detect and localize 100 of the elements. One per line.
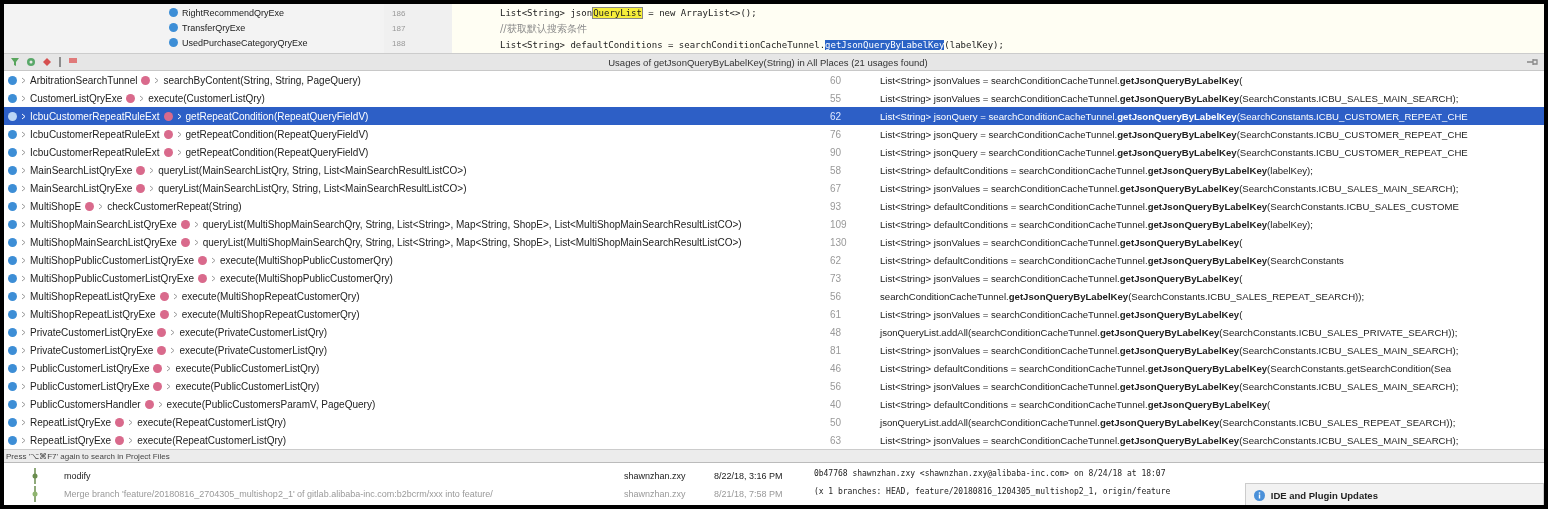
usage-row[interactable]: RepeatListQryExe execute(RepeatCustomerListQry) 63 List<String> jsonValues = searchConditionCacheTunnel.getJsonQueryByLabelKey(SearchConstants.ICBU_SALES_MAIN_SEARCH); [4, 431, 1544, 449]
class-name: PrivateCustomerListQryExe [30, 344, 154, 356]
commit-author: shawnzhan.zxy [624, 489, 687, 499]
code-snippet: List<String> jsonValues = searchConditionCacheTunnel.getJsonQueryByLabelKey(SearchConstants.ICBU_SALES_MAIN_SEARCH); [879, 92, 1460, 104]
method-signature: execute(PublicCustomerListQry) [175, 362, 320, 374]
usage-row[interactable]: PrivateCustomerListQryExe execute(PrivateCustomerListQry) 48 jsonQueryList.addAll(searchConditionCacheTunnel.getJsonQueryByLabelKey(SearchConstants.ICBU_SALES_PRIVATE_SEARCH)); [4, 323, 1544, 341]
class-name: MultiShopRepeatListQryExe [30, 290, 156, 302]
method-signature: searchByContent(String, String, PageQuery) [163, 74, 361, 86]
code-snippet: List<String> jsonQuery = searchConditionCacheTunnel.getJsonQueryByLabelKey(SearchConstants.ICBU_CUSTOMER_REPEAT_CHE [879, 128, 1469, 140]
chevron-icon [21, 310, 26, 318]
chevron-icon [172, 292, 178, 300]
chevron-icon [128, 436, 134, 444]
line-number: 60 [830, 74, 843, 86]
diamond-icon[interactable] [42, 57, 52, 67]
line-number: 61 [830, 308, 843, 320]
class-name: MultiShopMainSearchListQryExe [30, 236, 177, 248]
usage-row[interactable]: ArbitrationSearchTunnel searchByContent(String, String, PageQuery) 60 List<String> jsonValues = searchConditionCacheTunnel.getJsonQueryByLabelKey( [4, 71, 1544, 89]
class-name: MultiShopPublicCustomerListQryExe [30, 272, 194, 284]
usage-row[interactable]: PrivateCustomerListQryExe execute(PrivateCustomerListQry) 81 List<String> jsonValues = searchConditionCacheTunnel.getJsonQueryByLabelKey(SearchConstants.ICBU_SALES_MAIN_SEARCH); [4, 341, 1544, 359]
class-name: PrivateCustomerListQryExe [30, 326, 154, 338]
method-signature: execute(MultiShopRepeatCustomerQry) [181, 290, 360, 302]
tree-item[interactable]: TransferQryExe [182, 22, 246, 33]
class-name: IcbuCustomerRepeatRuleExt [30, 110, 160, 122]
code-snippet: List<String> jsonQuery = searchConditionCacheTunnel.getJsonQueryByLabelKey(SearchConstants.ICBU_CUSTOMER_REPEAT_CHE [879, 146, 1469, 158]
commit-row[interactable]: modify shawnzhan.zxy 8/22/18, 3:16 PM [4, 467, 802, 485]
usage-row[interactable]: MultiShopPublicCustomerListQryExe execute(MultiShopPublicCustomerQry) 62 List<String> defaultConditions = searchConditionCacheTunnel.getJsonQueryByLabelKey(SearchConstants [4, 251, 1544, 269]
line-number: 90 [830, 146, 843, 158]
line-number: 62 [830, 254, 843, 266]
usage-row[interactable]: PublicCustomerListQryExe execute(PublicCustomerListQry) 46 List<String> defaultConditions = searchConditionCacheTunnel.getJsonQueryByLabelKey(SearchConstants.getSearchCondition(Sea [4, 359, 1544, 377]
method-signature: execute(RepeatCustomerListQry) [137, 434, 287, 446]
chevron-icon [149, 184, 155, 192]
chevron-icon [21, 364, 26, 372]
chevron-icon [172, 310, 178, 318]
class-name: ArbitrationSearchTunnel [30, 74, 138, 86]
chevron-icon [170, 328, 176, 336]
usage-row[interactable]: MultiShopRepeatListQryExe execute(MultiShopRepeatCustomerQry) 61 List<String> jsonValues = searchConditionCacheTunnel.getJsonQueryByLabelKey( [4, 305, 1544, 323]
chevron-icon [21, 274, 26, 282]
usage-row[interactable]: IcbuCustomerRepeatRuleExt getRepeatCondition(RepeatQueryFieldV) 90 List<String> jsonQuery = searchConditionCacheTunnel.getJsonQueryByLabelKey(SearchConstants.ICBU_CUSTOMER_REPEAT_CHE [4, 143, 1544, 161]
method-signature: execute(PrivateCustomerListQry) [179, 326, 328, 338]
chevron-icon [176, 130, 182, 138]
chevron-icon [193, 220, 199, 228]
chevron-icon [166, 382, 172, 390]
usage-row[interactable]: MultiShopPublicCustomerListQryExe execute(MultiShopPublicCustomerQry) 73 List<String> jsonValues = searchConditionCacheTunnel.getJsonQueryByLabelKey( [4, 269, 1544, 287]
chevron-icon [21, 400, 26, 408]
code-snippet: List<String> defaultConditions = searchConditionCacheTunnel.getJsonQueryByLabelKey(SearchConstants.getSearchCondition(Sea [879, 362, 1453, 374]
chevron-icon [21, 382, 26, 390]
code-snippet: List<String> jsonValues = searchConditionCacheTunnel.getJsonQueryByLabelKey(SearchConstants.ICBU_SALES_MAIN_SEARCH); [879, 380, 1460, 392]
code-snippet: List<String> jsonValues = searchConditionCacheTunnel.getJsonQueryByLabelKey( [879, 272, 1244, 284]
usage-row[interactable]: IcbuCustomerRepeatRuleExt getRepeatCondition(RepeatQueryFieldV) 62 List<String> jsonQuery = searchConditionCacheTunnel.getJsonQueryByLabelKey(SearchConstants.ICBU_CUSTOMER_REPEAT_CHE [4, 107, 1544, 125]
class-name: MainSearchListQryExe [30, 164, 133, 176]
class-name: MultiShopPublicCustomerListQryExe [30, 254, 194, 266]
code-snippet: List<String> jsonValues = searchConditionCacheTunnel.getJsonQueryByLabelKey( [879, 308, 1244, 320]
class-name: MainSearchListQryExe [30, 182, 133, 194]
usage-row[interactable]: MultiShopE checkCustomerRepeat(String) 93 List<String> defaultConditions = searchConditionCacheTunnel.getJsonQueryByLabelKey(SearchConstants.ICBU_SALES_CUSTOME [4, 197, 1544, 215]
commit-detail: (x 1 branches: HEAD, feature/20180816_1204305_multishop2_1, origin/feature [813, 487, 1172, 496]
usage-row[interactable]: MultiShopRepeatListQryExe execute(MultiShopRepeatCustomerQry) 56 searchConditionCacheTunnel.getJsonQueryByLabelKey(SearchConstants.ICBU_SALES_REPEAT_SEARCH)); [4, 287, 1544, 305]
chevron-icon [193, 238, 199, 246]
bar-icon[interactable] [58, 57, 62, 67]
code-snippet: List<String> defaultConditions = searchConditionCacheTunnel.getJsonQueryByLabelKey(labelKey); [879, 164, 1314, 176]
code-snippet: List<String> jsonQuery = searchConditionCacheTunnel.getJsonQueryByLabelKey(SearchConstants.ICBU_CUSTOMER_REPEAT_CHE [879, 110, 1469, 122]
commit-date: 8/22/18, 3:16 PM [714, 471, 783, 481]
method-signature: execute(CustomerListQry) [148, 92, 265, 104]
line-number: 56 [830, 380, 843, 392]
code-snippet: List<String> jsonValues = searchConditionCacheTunnel.getJsonQueryByLabelKey(SearchConstants.ICBU_SALES_MAIN_SEARCH); [879, 434, 1460, 446]
line-number: 81 [830, 344, 843, 356]
code-snippet: searchConditionCacheTunnel.getJsonQueryByLabelKey(SearchConstants.ICBU_SALES_REPEAT_SEARCH)); [879, 290, 1366, 302]
chevron-icon [21, 202, 26, 210]
line-number: 67 [830, 182, 843, 194]
code-snippet: List<String> jsonValues = searchConditionCacheTunnel.getJsonQueryByLabelKey(SearchConstants.ICBU_SALES_MAIN_SEARCH); [879, 344, 1460, 356]
usage-row[interactable]: PublicCustomerListQryExe execute(PublicCustomerListQry) 56 List<String> jsonValues = searchConditionCacheTunnel.getJsonQueryByLabelKey(SearchConstants.ICBU_SALES_MAIN_SEARCH); [4, 377, 1544, 395]
line-number: 73 [830, 272, 843, 284]
method-signature: getRepeatCondition(RepeatQueryFieldV) [185, 146, 369, 158]
line-number: 58 [830, 164, 843, 176]
usage-row[interactable]: PublicCustomersHandler execute(PublicCustomersParamV, PageQuery) 40 List<String> defaultConditions = searchConditionCacheTunnel.getJsonQueryByLabelKey( [4, 395, 1544, 413]
class-name: RepeatListQryExe [30, 434, 112, 446]
usage-row[interactable]: IcbuCustomerRepeatRuleExt getRepeatCondition(RepeatQueryFieldV) 76 List<String> jsonQuery = searchConditionCacheTunnel.getJsonQueryByLabelKey(SearchConstants.ICBU_CUSTOMER_REPEAT_CHE [4, 125, 1544, 143]
notification-balloon[interactable]: IDE and Plugin Updates [1244, 483, 1544, 505]
method-signature: getRepeatCondition(RepeatQueryFieldV) [185, 110, 369, 122]
tree-item[interactable]: UsedPurchaseCategoryQryExe [182, 37, 308, 48]
chevron-icon [21, 220, 26, 228]
line-number: 93 [830, 200, 843, 212]
method-signature: execute(PrivateCustomerListQry) [179, 344, 328, 356]
method-signature: checkCustomerRepeat(String) [107, 200, 242, 212]
line-number: 46 [830, 362, 843, 374]
usage-row[interactable]: RepeatListQryExe execute(RepeatCustomerListQry) 50 jsonQueryList.addAll(searchConditionCacheTunnel.getJsonQueryByLabelKey(SearchConstants.ICBU_SALES_REPEAT_SEARCH)); [4, 413, 1544, 431]
commit-message[interactable]: modify [64, 471, 604, 481]
chevron-icon [21, 94, 26, 102]
usage-row[interactable]: MainSearchListQryExe queryList(MainSearchListQry, String, List<MainSearchResultListCO>) 58 List<String> defaultConditions = searchConditionCacheTunnel.getJsonQueryByLabelKey(labelKey); [4, 161, 1544, 179]
method-icon [85, 201, 95, 211]
code-snippet: List<String> defaultConditions = searchConditionCacheTunnel.getJsonQueryByLabelKey(SearchConstants [879, 254, 1345, 266]
code-snippet: List<String> jsonValues = searchConditionCacheTunnel.getJsonQueryByLabelKey(SearchConstants.ICBU_SALES_MAIN_SEARCH); [879, 182, 1460, 194]
pin-icon[interactable] [1526, 57, 1538, 67]
code-line: List<String> jsonQueryList = new ArrayList<>(); [500, 6, 758, 21]
tree-item[interactable]: RightRecommendQryExe [182, 7, 285, 18]
method-signature: queryList(MainSearchListQry, String, List<MainSearchResultListCO>) [158, 164, 467, 176]
usage-row[interactable]: CustomerListQryExe execute(CustomerListQry) 55 List<String> jsonValues = searchConditionCacheTunnel.getJsonQueryByLabelKey(SearchConstants.ICBU_SALES_MAIN_SEARCH); [4, 89, 1544, 107]
line-number: 186 [392, 8, 406, 20]
line-number: 130 [830, 236, 848, 248]
filter-icon[interactable] [10, 57, 20, 67]
method-signature: execute(RepeatCustomerListQry) [137, 416, 287, 428]
